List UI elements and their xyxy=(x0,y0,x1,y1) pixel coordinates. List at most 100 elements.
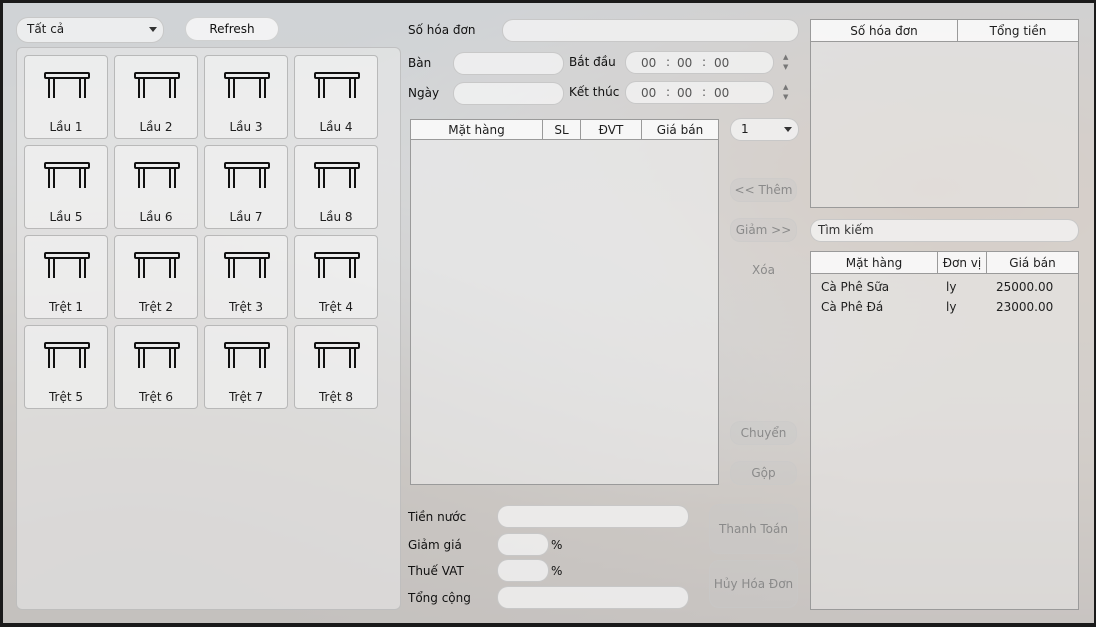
menu-table: Mặt hàng Đơn vị Giá bán Cà Phê Sữa ly 25… xyxy=(810,251,1079,610)
end-hour: 00 xyxy=(641,86,657,100)
table-tile[interactable]: Trệt 7 xyxy=(204,325,288,409)
table-label: Bàn xyxy=(408,56,432,70)
drinks-total-field[interactable] xyxy=(497,505,689,528)
table-tile[interactable]: Lầu 7 xyxy=(204,145,288,229)
item-name: Cà Phê Sữa xyxy=(821,280,890,294)
table-icon xyxy=(224,162,270,188)
table-tile[interactable]: Trệt 1 xyxy=(24,235,108,319)
spin-up-icon[interactable]: ▲ xyxy=(783,53,788,61)
table-icon xyxy=(134,252,180,278)
vat-field[interactable] xyxy=(497,559,549,582)
table-name: Lầu 2 xyxy=(139,120,173,134)
table-name: Trệt 7 xyxy=(228,390,264,404)
column-header[interactable]: Đơn vị xyxy=(938,252,987,274)
filter-selected: Tất cả xyxy=(27,22,65,36)
drinks-total-label: Tiền nước xyxy=(408,510,467,524)
table-icon xyxy=(44,252,90,278)
table-icon xyxy=(314,162,360,188)
table-tile[interactable]: Trệt 4 xyxy=(294,235,378,319)
table-tile[interactable]: Lầu 4 xyxy=(294,55,378,139)
start-second: 00 xyxy=(714,56,730,70)
end-time-picker[interactable]: 00 : 00 : 00 xyxy=(625,81,774,104)
time-separator: : xyxy=(702,55,707,69)
table-icon xyxy=(314,342,360,368)
add-item-button[interactable]: << Thêm xyxy=(730,178,797,202)
table-icon xyxy=(314,252,360,278)
table-tile[interactable]: Trệt 3 xyxy=(204,235,288,319)
cancel-invoice-button[interactable]: Hủy Hóa Đơn xyxy=(709,560,798,608)
table-tile[interactable]: Trệt 8 xyxy=(294,325,378,409)
table-name: Trệt 6 xyxy=(138,390,174,404)
grand-total-label: Tổng cộng xyxy=(408,591,471,605)
column-header[interactable]: Mặt hàng xyxy=(811,252,938,274)
invoice-items-table: Mặt hàng SL ĐVT Giá bán xyxy=(410,119,719,485)
pay-button[interactable]: Thanh Toán xyxy=(709,504,798,554)
invoice-number-field[interactable] xyxy=(502,19,799,42)
table-tile[interactable]: Trệt 5 xyxy=(24,325,108,409)
quantity-value: 1 xyxy=(741,122,749,136)
percent-sign: % xyxy=(551,538,563,552)
date-label: Ngày xyxy=(408,86,440,100)
start-hour: 00 xyxy=(641,56,657,70)
spin-down-icon[interactable]: ▼ xyxy=(783,93,788,101)
spin-down-icon[interactable]: ▼ xyxy=(783,63,788,71)
quantity-dropdown[interactable]: 1 xyxy=(730,118,799,141)
table-icon xyxy=(44,162,90,188)
search-input[interactable]: Tìm kiếm xyxy=(810,219,1079,242)
invoice-number-label: Số hóa đơn xyxy=(408,23,476,37)
column-header[interactable]: SL xyxy=(543,120,581,140)
table-icon xyxy=(134,162,180,188)
table-name: Trệt 3 xyxy=(228,300,264,314)
grand-total-field[interactable] xyxy=(497,586,689,609)
reduce-item-button[interactable]: Giảm >> xyxy=(730,218,797,242)
column-header[interactable]: Tổng tiền xyxy=(958,20,1078,42)
chevron-down-icon xyxy=(149,27,157,32)
column-header[interactable]: Giá bán xyxy=(987,252,1078,274)
table-tile[interactable]: Trệt 6 xyxy=(114,325,198,409)
item-name: Cà Phê Đá xyxy=(821,300,884,314)
table-row[interactable]: Cà Phê Đá ly 23000.00 xyxy=(811,298,1078,318)
table-name: Lầu 7 xyxy=(229,210,263,224)
table-row[interactable]: Cà Phê Sữa ly 25000.00 xyxy=(811,278,1078,298)
table-name: Trệt 1 xyxy=(48,300,84,314)
merge-table-button[interactable]: Gộp xyxy=(730,461,797,485)
start-time-label: Bắt đầu xyxy=(569,55,616,69)
invoice-list-table: Số hóa đơn Tổng tiền xyxy=(810,19,1079,208)
start-time-picker[interactable]: 00 : 00 : 00 xyxy=(625,51,774,74)
table-tile[interactable]: Lầu 2 xyxy=(114,55,198,139)
chevron-down-icon xyxy=(784,127,792,132)
table-tile[interactable]: Lầu 5 xyxy=(24,145,108,229)
table-icon xyxy=(224,252,270,278)
table-tile[interactable]: Lầu 3 xyxy=(204,55,288,139)
time-separator: : xyxy=(666,85,671,99)
table-tile[interactable]: Lầu 6 xyxy=(114,145,198,229)
table-field[interactable] xyxy=(453,52,564,75)
item-unit: ly xyxy=(946,280,957,294)
table-tile[interactable]: Lầu 8 xyxy=(294,145,378,229)
table-name: Trệt 8 xyxy=(318,390,354,404)
filter-dropdown[interactable]: Tất cả xyxy=(16,17,164,43)
table-name: Lầu 8 xyxy=(319,210,353,224)
table-icon xyxy=(314,72,360,98)
column-header[interactable]: Mặt hàng xyxy=(411,120,543,140)
table-tile[interactable]: Lầu 1 xyxy=(24,55,108,139)
table-name: Lầu 5 xyxy=(49,210,83,224)
spin-up-icon[interactable]: ▲ xyxy=(783,83,788,91)
vat-label: Thuế VAT xyxy=(408,564,464,578)
table-name: Trệt 5 xyxy=(48,390,84,404)
column-header[interactable]: ĐVT xyxy=(581,120,642,140)
table-tile[interactable]: Trệt 2 xyxy=(114,235,198,319)
table-name: Lầu 1 xyxy=(49,120,83,134)
discount-field[interactable] xyxy=(497,533,549,556)
delete-item-button[interactable]: Xóa xyxy=(730,258,797,282)
table-name: Lầu 6 xyxy=(139,210,173,224)
column-header[interactable]: Giá bán xyxy=(642,120,718,140)
refresh-button[interactable]: Refresh xyxy=(185,17,279,41)
column-header[interactable]: Số hóa đơn xyxy=(811,20,958,42)
item-unit: ly xyxy=(946,300,957,314)
table-icon xyxy=(224,342,270,368)
end-minute: 00 xyxy=(677,86,693,100)
search-placeholder: Tìm kiếm xyxy=(818,223,874,237)
date-field[interactable] xyxy=(453,82,564,105)
move-table-button[interactable]: Chuyển xyxy=(730,421,797,445)
